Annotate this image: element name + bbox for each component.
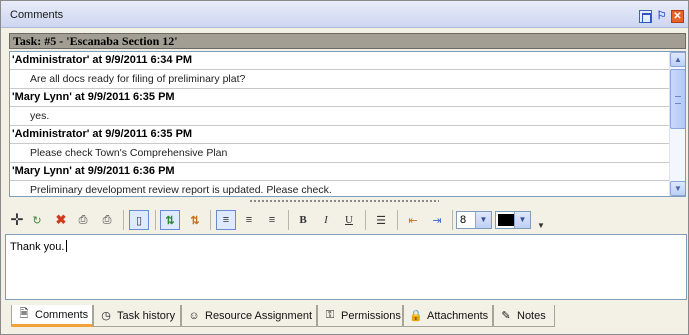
comments-list[interactable]: 'Administrator' at 9/9/2011 6:34 PM Are … xyxy=(9,51,686,197)
align-right-icon[interactable]: ≡ xyxy=(262,210,282,230)
comment-author: 'Administrator' at 9/9/2011 6:35 PM xyxy=(10,126,670,144)
toolbar-overflow-icon[interactable]: ▼ xyxy=(531,215,551,235)
tab-label: Comments xyxy=(35,308,89,321)
bold-button[interactable]: B xyxy=(293,210,313,230)
comment-text: yes. xyxy=(10,107,670,126)
comment-text: Preliminary development review report is… xyxy=(10,181,670,196)
tab-comments[interactable]: 🗎 Comments xyxy=(11,305,93,327)
print-preview-icon[interactable]: ⎙ xyxy=(73,210,93,230)
align-center-icon[interactable]: ≡ xyxy=(239,210,259,230)
tab-resource-assignment[interactable]: ☺ Resource Assignment xyxy=(181,305,317,327)
scroll-thumb[interactable] xyxy=(670,69,685,129)
text-caret xyxy=(66,240,68,252)
vertical-scrollbar[interactable]: ▲ ▼ xyxy=(669,52,685,196)
print-icon[interactable]: ⎙ xyxy=(97,210,117,230)
sort-ascending-icon[interactable]: ⇅ xyxy=(160,210,180,230)
delete-icon[interactable]: ✖ xyxy=(51,210,71,230)
window-titlebar: Comments ⚐ ✕ xyxy=(1,1,688,28)
comment-author: 'Administrator' at 9/9/2011 6:34 PM xyxy=(10,52,670,70)
comment-author: 'Mary Lynn' at 9/9/2011 6:36 PM xyxy=(10,163,670,181)
tab-strip: 🗎 Comments ◷ Task history ☺ Resource Assign… xyxy=(5,303,687,331)
indent-icon[interactable]: ⇥ xyxy=(427,210,447,230)
comment-editor[interactable]: Thank you. xyxy=(5,234,687,300)
window-title: Comments xyxy=(10,9,64,21)
close-icon[interactable]: ✕ xyxy=(671,10,684,23)
tab-label: Attachments xyxy=(427,309,489,322)
tab-task-history[interactable]: ◷ Task history xyxy=(93,305,181,327)
comment-editor-text: Thank you. xyxy=(10,241,65,253)
restore-icon[interactable] xyxy=(639,10,652,23)
comment-text: Please check Town's Comprehensive Plan xyxy=(10,144,670,163)
comment-text: Are all docs ready for filing of prelimi… xyxy=(10,70,670,89)
chevron-down-icon[interactable]: ▼ xyxy=(514,212,530,228)
comments-icon: 🗎 xyxy=(19,308,29,320)
tab-label: Task history xyxy=(117,309,176,322)
align-left-icon[interactable]: ≡ xyxy=(216,210,236,230)
notes-icon: ✎ xyxy=(501,310,511,322)
splitter-handle[interactable] xyxy=(249,199,439,203)
move-icon[interactable]: ✛ xyxy=(7,210,27,230)
tab-permissions[interactable]: ⚿ Permissions xyxy=(317,305,403,327)
chevron-down-icon[interactable]: ▼ xyxy=(475,212,491,228)
pin-icon[interactable]: ⚐ xyxy=(655,10,668,23)
tab-label: Resource Assignment xyxy=(205,309,312,322)
person-icon: ☺ xyxy=(188,309,200,322)
scroll-down-icon[interactable]: ▼ xyxy=(670,181,685,196)
font-size-value: 8 xyxy=(460,214,467,226)
italic-button[interactable]: I xyxy=(316,210,336,230)
underline-button[interactable]: U xyxy=(339,210,359,230)
clock-icon: ◷ xyxy=(101,310,111,322)
task-header: Task: #5 - 'Escanaba Section 12' xyxy=(9,33,686,49)
tab-label: Notes xyxy=(517,309,546,322)
editor-toolbar: ✛ ↻ ✖ ⎙ ⎙ ▯ ⇅ ⇅ ≡ ≡ ≡ B I U ☰ ⇤ ⇥ 8 ▼ ▼ … xyxy=(5,205,687,233)
font-size-select[interactable]: 8 ▼ xyxy=(456,211,492,229)
tab-label: Permissions xyxy=(341,309,401,322)
tab-attachments[interactable]: 🔒 Attachments xyxy=(403,305,493,327)
comments-window: Comments ⚐ ✕ Task: #5 - 'Escanaba Sectio… xyxy=(0,0,689,335)
bullet-list-icon[interactable]: ☰ xyxy=(371,210,391,230)
outdent-icon[interactable]: ⇤ xyxy=(403,210,423,230)
scroll-up-icon[interactable]: ▲ xyxy=(670,52,685,67)
tab-notes[interactable]: ✎ Notes xyxy=(493,305,555,327)
columns-icon[interactable]: ▯ xyxy=(129,210,149,230)
key-icon: ⚿ xyxy=(325,309,335,321)
sort-descending-icon[interactable]: ⇅ xyxy=(185,210,205,230)
refresh-icon[interactable]: ↻ xyxy=(27,210,47,230)
comment-author: 'Mary Lynn' at 9/9/2011 6:35 PM xyxy=(10,89,670,107)
font-color-select[interactable]: ▼ xyxy=(495,211,531,229)
lock-icon: 🔒 xyxy=(409,310,423,322)
